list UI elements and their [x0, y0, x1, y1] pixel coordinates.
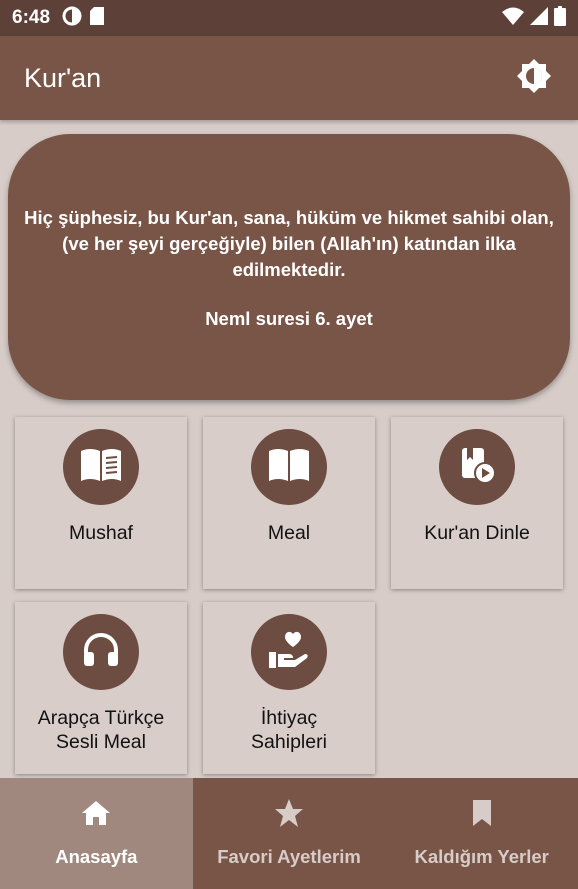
tile-label: İhtiyaç Sahipleri — [251, 706, 327, 754]
tile-mushaf[interactable]: Mushaf — [15, 417, 187, 589]
signal-icon — [530, 6, 548, 30]
tile-label: Meal — [267, 522, 311, 544]
data-saver-icon — [62, 6, 82, 31]
tile-label: Mushaf — [69, 522, 133, 544]
sd-card-icon — [90, 6, 105, 30]
book-open-text-icon — [79, 447, 123, 488]
tile-icon-circle — [251, 429, 327, 505]
verse-reference: Neml suresi 6. ayet — [205, 307, 373, 329]
tile-meal[interactable]: Meal — [203, 417, 375, 589]
wifi-icon — [502, 7, 524, 30]
tile-label-line1: İhtiyaç — [260, 707, 318, 729]
nav-item-kaldigim-yerler[interactable]: Kaldığım Yerler — [385, 778, 578, 889]
nav-item-favori-ayetlerim[interactable]: Favori Ayetlerim — [193, 778, 386, 889]
tile-label-line2: Sesli Meal — [56, 731, 146, 753]
status-time: 6:48 — [12, 7, 51, 28]
headphones-icon — [81, 630, 121, 675]
nav-label: Favori Ayetlerim — [217, 846, 361, 867]
tile-icon-circle — [63, 429, 139, 505]
tile-icon-circle — [439, 429, 515, 505]
tile-label: Kur'an Dinle — [424, 522, 530, 544]
nav-label: Anasayfa — [55, 846, 138, 867]
bottom-navigation: Anasayfa Favori Ayetlerim Kaldığım Yerle… — [0, 778, 578, 889]
status-bar: 6:48 — [0, 0, 578, 36]
tile-arapca-turkce-sesli-meal[interactable]: Arapça Türkçe Sesli Meal — [15, 602, 187, 774]
home-icon — [81, 798, 111, 828]
app-title: Kur'an — [24, 62, 102, 93]
book-open-icon — [267, 447, 311, 488]
star-icon — [274, 798, 304, 828]
brightness-icon — [516, 58, 552, 99]
verse-card: Hiç şüphesiz, bu Kur'an, sana, hüküm ve … — [8, 134, 570, 400]
tile-label-line1: Arapça Türkçe — [37, 707, 165, 729]
tile-label: Arapça Türkçe Sesli Meal — [38, 706, 164, 754]
book-play-icon — [456, 444, 498, 491]
theme-toggle-button[interactable] — [514, 58, 554, 98]
app-bar: Kur'an — [0, 36, 578, 120]
battery-icon — [554, 5, 566, 31]
nav-label: Kaldığım Yerler — [414, 846, 549, 867]
nav-item-anasayfa[interactable]: Anasayfa — [0, 778, 193, 889]
tile-label-line2: Sahipleri — [251, 731, 327, 753]
bookmark-icon — [471, 798, 493, 828]
verse-text: Hiç şüphesiz, bu Kur'an, sana, hüküm ve … — [24, 206, 554, 280]
hand-heart-icon — [267, 630, 311, 675]
tile-icon-circle — [251, 614, 327, 690]
tile-kuran-dinle[interactable]: Kur'an Dinle — [391, 417, 563, 589]
tile-icon-circle — [63, 614, 139, 690]
tile-ihtiyac-sahipleri[interactable]: İhtiyaç Sahipleri — [203, 602, 375, 774]
